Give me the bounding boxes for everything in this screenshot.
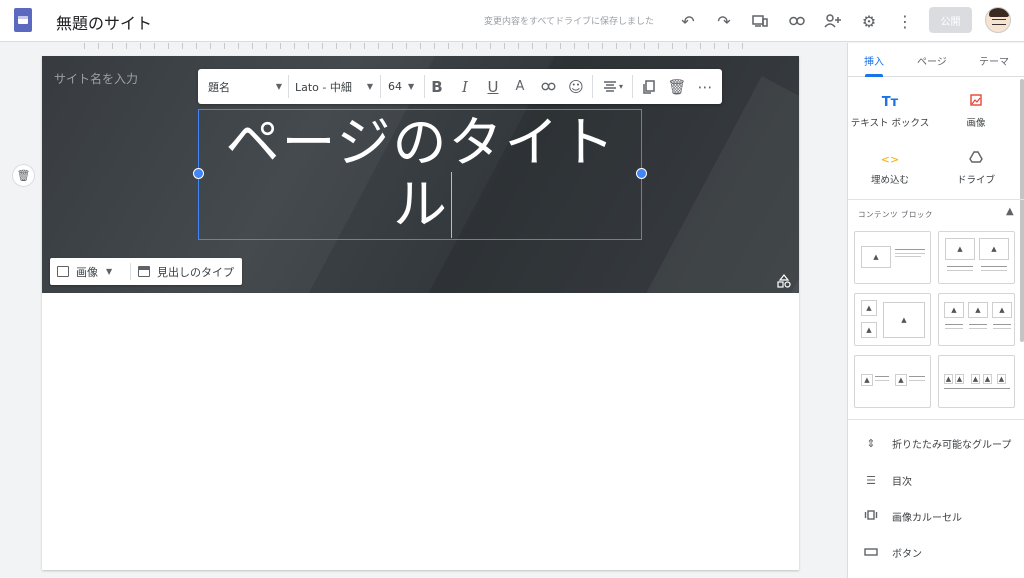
duplicate-icon[interactable] xyxy=(638,69,660,104)
layout-card[interactable] xyxy=(938,231,1015,284)
insert-image[interactable]: 画像 xyxy=(936,93,1016,129)
text-cursor xyxy=(451,172,452,238)
bold-icon[interactable]: B xyxy=(426,69,448,104)
embed-icon: <> xyxy=(880,153,900,166)
insert-table-of-contents[interactable]: ☰ 目次 xyxy=(864,470,1024,490)
chevron-down-icon: ▼ xyxy=(408,82,415,91)
panel-tabs: 挿入 ページ テーマ xyxy=(848,43,1024,77)
drive-icon xyxy=(936,150,1016,172)
insert-button[interactable]: ボタン xyxy=(864,542,1024,562)
page-canvas: サイト名を入力 題名 ▼ Lato - 中細 ▼ 64 ▼ B I U A ☺ … xyxy=(42,56,799,570)
more-vert-icon[interactable]: ⋮ xyxy=(892,8,918,34)
button-icon xyxy=(864,546,878,559)
page-title[interactable]: ページのタイトル xyxy=(199,110,643,241)
resize-handle-right[interactable] xyxy=(636,168,647,179)
active-tab-indicator xyxy=(865,74,883,77)
content-blocks-heading: コンテンツ ブロック xyxy=(858,210,933,219)
layout-card[interactable] xyxy=(854,293,931,346)
text-color-icon[interactable]: A xyxy=(509,69,531,104)
avatar[interactable] xyxy=(985,7,1011,33)
image-icon xyxy=(57,266,69,277)
insert-embed[interactable]: <> 埋め込む xyxy=(850,150,930,186)
tab-insert[interactable]: 挿入 xyxy=(864,53,884,68)
underline-icon[interactable]: U xyxy=(482,69,504,104)
chevron-down-icon: ▼ xyxy=(275,82,282,91)
image-icon xyxy=(936,93,1016,115)
scrollbar[interactable] xyxy=(1020,79,1024,342)
site-name-input[interactable]: サイト名を入力 xyxy=(54,70,138,87)
chevron-down-icon: ▼ xyxy=(106,267,113,276)
align-dropdown-icon[interactable]: ▾ xyxy=(598,69,628,104)
publish-button[interactable]: 公開 xyxy=(929,7,972,33)
font-dropdown[interactable]: Lato - 中細 ▼ xyxy=(295,69,375,104)
link-icon[interactable] xyxy=(784,8,810,34)
emoji-icon[interactable]: ☺ xyxy=(565,69,587,104)
insert-link-icon[interactable] xyxy=(537,69,559,104)
save-status: 変更内容をすべてドライブに保存しました xyxy=(484,17,655,27)
site-title[interactable]: 無題のサイト xyxy=(56,10,152,34)
title-text-box[interactable]: ページのタイトル xyxy=(198,109,642,240)
image-dropdown-button[interactable]: 画像 ▼ xyxy=(57,258,112,285)
top-bar: 無題のサイト 変更内容をすべてドライブに保存しました ↶ ↷ ⚙ ⋮ 公開 xyxy=(0,0,1024,42)
table-of-contents-icon: ☰ xyxy=(866,473,876,487)
chevron-down-icon: ▼ xyxy=(366,82,373,91)
ruler xyxy=(84,43,756,49)
preview-icon[interactable] xyxy=(747,8,773,34)
format-toolbar: 題名 ▼ Lato - 中細 ▼ 64 ▼ B I U A ☺ ▾ 🗑 ⋯ xyxy=(198,69,722,104)
header-type-icon xyxy=(138,266,150,277)
share-icon[interactable] xyxy=(820,8,846,34)
layout-card[interactable] xyxy=(854,355,931,408)
chevron-up-icon[interactable]: ▲ xyxy=(1006,206,1014,217)
undo-icon[interactable]: ↶ xyxy=(675,8,701,34)
tab-pages[interactable]: ページ xyxy=(917,53,947,68)
more-horiz-icon[interactable]: ⋯ xyxy=(694,69,716,104)
insert-drive[interactable]: ドライブ xyxy=(936,150,1016,186)
italic-icon[interactable]: I xyxy=(454,69,476,104)
insert-image-carousel[interactable]: 画像カルーセル xyxy=(864,506,1024,526)
delete-icon[interactable]: 🗑 xyxy=(666,69,688,104)
delete-section-icon[interactable]: 🗑 xyxy=(12,164,35,187)
insert-panel: 挿入 ページ テーマ Tт テキスト ボックス 画像 <> 埋め込む ドライブ … xyxy=(847,43,1024,578)
layout-card[interactable] xyxy=(938,355,1015,408)
font-size-dropdown[interactable]: 64 ▼ xyxy=(388,69,422,104)
header-type-button[interactable]: 見出しのタイプ xyxy=(138,258,234,285)
resize-handle-left[interactable] xyxy=(193,168,204,179)
layout-card[interactable] xyxy=(854,231,931,284)
paragraph-style-dropdown[interactable]: 題名 ▼ xyxy=(208,69,286,104)
settings-icon[interactable]: ⚙ xyxy=(856,8,882,34)
tab-themes[interactable]: テーマ xyxy=(979,53,1009,68)
layout-card[interactable] xyxy=(938,293,1015,346)
sites-logo-icon[interactable] xyxy=(14,8,32,32)
collapsible-group-icon: ⇕ xyxy=(866,436,876,450)
image-carousel-icon xyxy=(864,509,878,523)
redo-icon[interactable]: ↷ xyxy=(711,8,737,34)
header-section[interactable]: サイト名を入力 題名 ▼ Lato - 中細 ▼ 64 ▼ B I U A ☺ … xyxy=(42,56,799,293)
insert-text-box[interactable]: Tт テキスト ボックス xyxy=(850,93,930,129)
insert-collapsible-group[interactable]: ⇕ 折りたたみ可能なグループ xyxy=(864,433,1024,453)
shapes-icon[interactable] xyxy=(777,274,791,291)
text-box-icon: Tт xyxy=(881,95,899,110)
header-controls: 画像 ▼ 見出しのタイプ xyxy=(50,258,242,285)
